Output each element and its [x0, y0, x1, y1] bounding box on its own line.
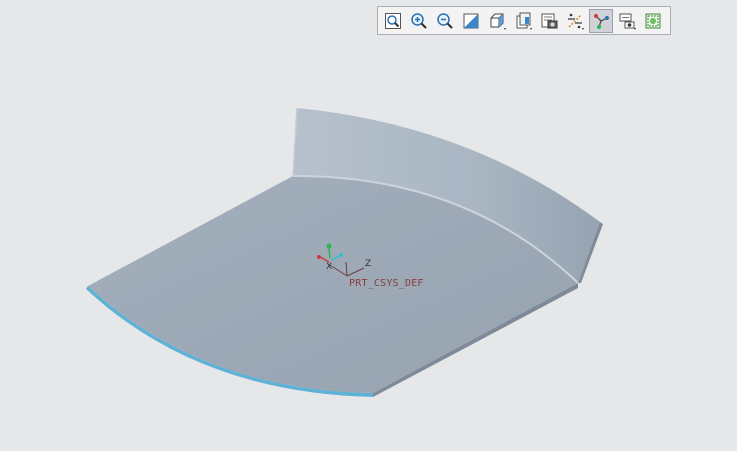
display-style-button[interactable]	[485, 9, 509, 33]
zoom-out-icon	[437, 12, 453, 29]
annotation-display-icon	[619, 13, 636, 30]
repaint-icon	[463, 13, 479, 28]
z-axis-label: Z	[365, 259, 372, 269]
part-model[interactable]	[0, 0, 737, 447]
graphics-toolbar	[377, 6, 671, 35]
zoom-out-button[interactable]	[433, 9, 457, 33]
spin-center-icon	[594, 13, 609, 29]
x-axis-label: X	[326, 262, 333, 272]
repaint-button[interactable]	[459, 9, 483, 33]
spin-center-button[interactable]	[589, 8, 613, 33]
refit-button[interactable]	[381, 9, 405, 33]
cube-shaded-icon	[490, 13, 506, 30]
csys-label: PRT_CSYS_DEF	[349, 278, 424, 289]
saved-orientations-button[interactable]	[511, 9, 535, 33]
datum-display-button[interactable]	[563, 9, 587, 33]
appearance-icon	[645, 13, 661, 28]
graphics-window[interactable]: X Z PRT_CSYS_DEF	[0, 0, 737, 447]
datum-display-icon	[568, 13, 584, 30]
view-manager-button[interactable]	[537, 9, 561, 33]
zoom-in-icon	[411, 12, 427, 29]
saved-views-icon	[516, 12, 532, 30]
annotation-display-button[interactable]	[615, 9, 639, 33]
view-manager-icon	[541, 13, 558, 28]
zoom-in-button[interactable]	[407, 9, 431, 33]
refit-icon	[385, 12, 401, 29]
appearance-gallery-button[interactable]	[641, 9, 665, 33]
